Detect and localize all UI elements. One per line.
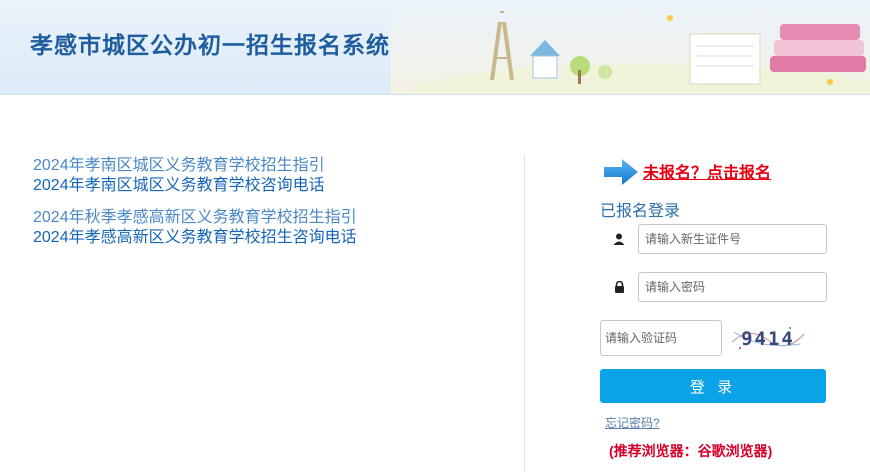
browser-recommendation: (推荐浏览器：谷歌浏览器): [609, 443, 773, 459]
register-link[interactable]: 未报名？点击报名: [643, 159, 771, 183]
vertical-divider: [524, 155, 525, 472]
id-number-input[interactable]: [638, 224, 827, 254]
banner-illustration: [390, 0, 870, 94]
link-group-xiaonan: 2024年孝南区城区义务教育学校招生指引 2024年孝南区城区义务教育学校咨询电…: [33, 156, 453, 196]
captcha-row: 9414: [600, 320, 828, 356]
link-gaoxin-guide[interactable]: 2024年秋季孝感高新区义务教育学校招生指引: [33, 208, 453, 228]
password-input[interactable]: [638, 272, 827, 302]
link-xiaonan-guide[interactable]: 2024年孝南区城区义务教育学校招生指引: [33, 156, 453, 176]
lock-icon: [600, 272, 638, 302]
password-field: [600, 272, 827, 302]
arrow-right-icon: [604, 159, 638, 185]
captcha-text: 9414: [741, 328, 795, 350]
login-panel: 未报名？点击报名 已报名登录 9414 登 录 忘记密码? (推荐浏览器：谷歌浏…: [600, 155, 830, 461]
header-banner: 孝感市城区公办初一招生报名系统: [0, 0, 870, 95]
notice-links: 2024年孝南区城区义务教育学校招生指引 2024年孝南区城区义务教育学校咨询电…: [33, 156, 453, 260]
login-heading: 已报名登录: [600, 203, 681, 220]
register-row: 未报名？点击报名: [600, 155, 830, 189]
user-icon: [600, 224, 638, 254]
site-title: 孝感市城区公办初一招生报名系统: [30, 32, 390, 58]
id-field: [600, 224, 827, 254]
captcha-input[interactable]: [600, 320, 722, 356]
captcha-image[interactable]: 9414: [730, 322, 806, 354]
login-button[interactable]: 登 录: [600, 369, 826, 403]
forgot-password-link[interactable]: 忘记密码?: [605, 414, 660, 431]
link-group-gaoxin: 2024年秋季孝感高新区义务教育学校招生指引 2024年孝感高新区义务教育学校招…: [33, 208, 453, 248]
link-gaoxin-phone[interactable]: 2024年孝感高新区义务教育学校招生咨询电话: [33, 228, 453, 248]
link-xiaonan-phone[interactable]: 2024年孝南区城区义务教育学校咨询电话: [33, 176, 453, 196]
